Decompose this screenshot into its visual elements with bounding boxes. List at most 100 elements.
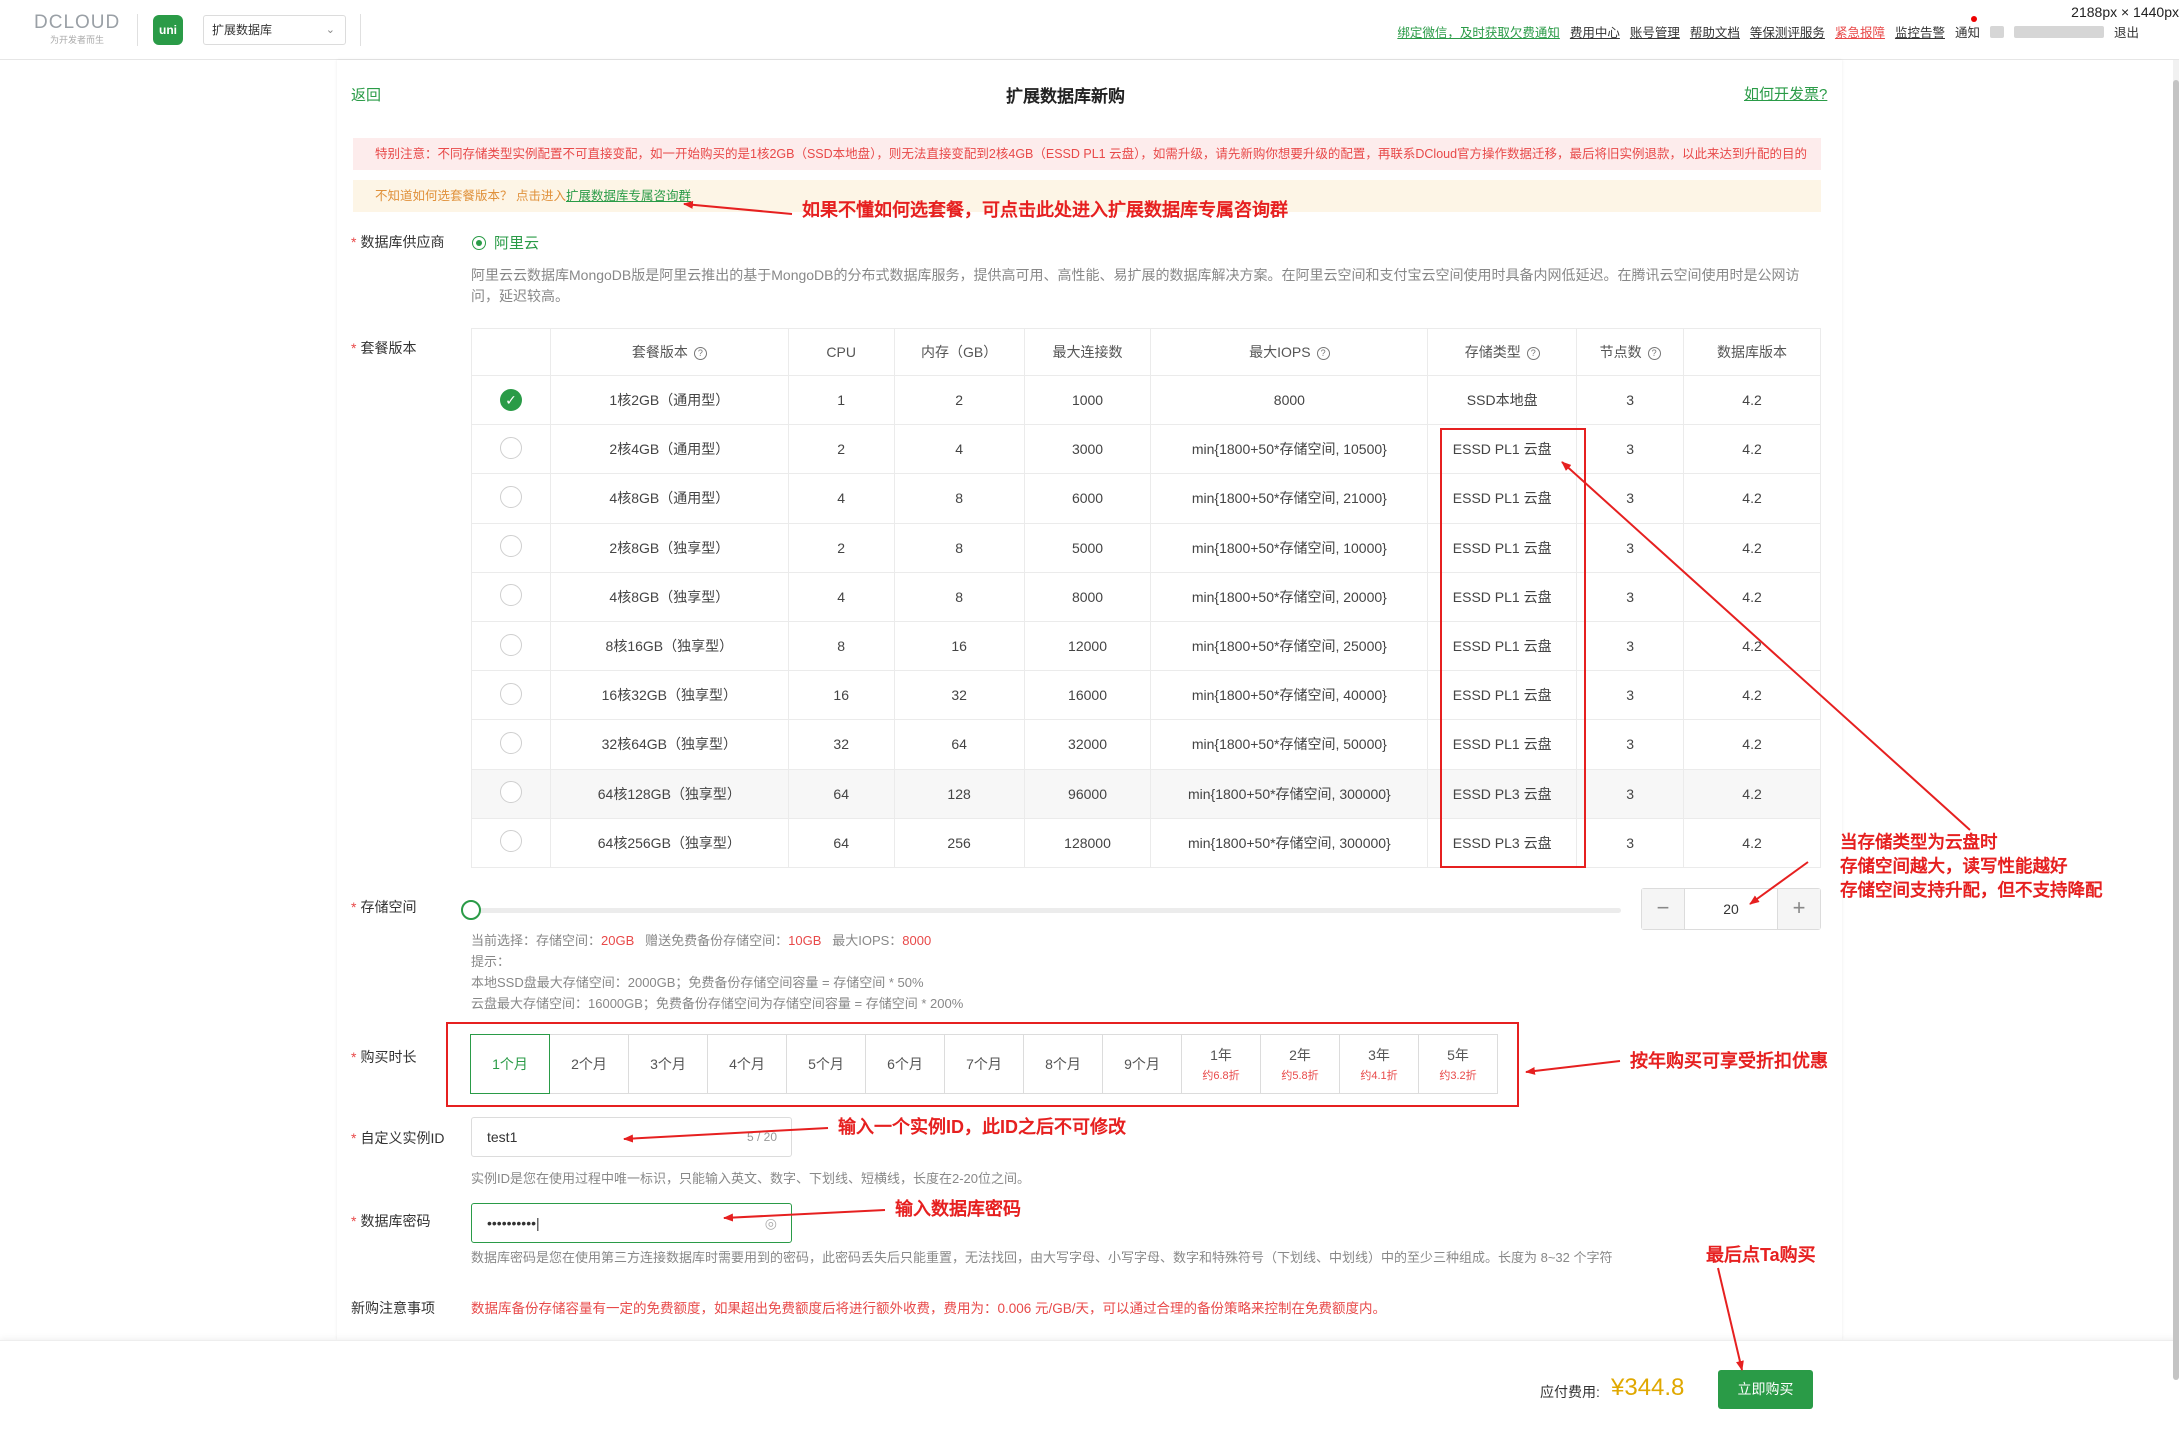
plan-select-cell[interactable] <box>471 768 551 819</box>
storage-slider-handle[interactable] <box>461 900 481 920</box>
duration-option[interactable]: 1个月 <box>470 1034 550 1094</box>
plan-table-header: 套餐版本? CPU 内存（GB） 最大连接数 最大IOPS? 存储类型? 节点数… <box>471 328 1821 376</box>
help-docs-link[interactable]: 帮助文档 <box>1690 22 1740 41</box>
radio-unchecked-icon[interactable] <box>499 682 522 705</box>
check-circle-icon[interactable]: ✓ <box>499 389 522 412</box>
plan-select-cell[interactable] <box>471 522 551 573</box>
plan-row[interactable]: 64核256GB（独享型） 64 256 128000 min{1800+50*存储空间… <box>471 817 1821 868</box>
question-icon[interactable]: ? <box>1647 347 1661 360</box>
plan-db-version: 4.2 <box>1683 670 1821 721</box>
plan-table: 套餐版本? CPU 内存（GB） 最大连接数 最大IOPS? 存储类型? 节点数… <box>471 328 1821 868</box>
plan-select-cell[interactable] <box>471 817 551 868</box>
plan-db-version: 4.2 <box>1683 374 1821 426</box>
storage-stepper[interactable]: − 20 + <box>1641 888 1821 930</box>
question-icon[interactable]: ? <box>693 347 707 360</box>
radio-unchecked-icon[interactable] <box>499 633 522 656</box>
consult-group-link[interactable]: 扩展数据库专属咨询群 <box>566 189 691 203</box>
eye-off-icon[interactable]: ◎ <box>765 1204 777 1242</box>
plan-name: 4核8GB（独享型） <box>549 571 789 622</box>
radio-unchecked-icon[interactable] <box>499 584 522 607</box>
plan-row[interactable]: 2核4GB（通用型） 2 4 3000 min{1800+50*存储空间, 10500}… <box>471 424 1821 475</box>
plan-memory: 8 <box>893 571 1025 622</box>
dimension-readout: 2188px × 1440px <box>2071 4 2179 20</box>
instance-id-hint: 实例ID是您在使用过程中唯一标识，只能输入英文、数字、下划线、短横线，长度在2-… <box>471 1171 1031 1186</box>
plan-iops: min{1800+50*存储空间, 300000} <box>1150 817 1429 868</box>
scrollbar-thumb[interactable] <box>2173 80 2179 1380</box>
plan-nodes: 3 <box>1576 768 1685 819</box>
plan-select-cell[interactable] <box>471 719 551 770</box>
radio-unchecked-icon[interactable] <box>499 781 522 804</box>
question-icon[interactable]: ? <box>1316 347 1330 360</box>
bind-wechat-link[interactable]: 绑定微信，及时获取欠费通知 <box>1397 22 1560 41</box>
provider-radio-aliyun[interactable]: 阿里云 <box>472 232 539 253</box>
plan-name: 64核128GB（独享型） <box>549 768 789 819</box>
storage-tip-title: 提示： <box>471 954 511 969</box>
annotation-consult: 如果不懂如何选套餐，可点击此处进入扩展数据库专属咨询群 <box>802 200 1288 220</box>
plan-memory: 4 <box>893 424 1025 475</box>
question-icon[interactable]: ? <box>1526 347 1540 360</box>
upgrade-warning-notice: 特别注意：不同存储类型实例配置不可直接变配，如一开始购买的是1核2GB（SSD本… <box>353 138 1821 170</box>
logout-link[interactable]: 退出 <box>2114 22 2139 41</box>
buy-now-button[interactable]: 立即购买 <box>1718 1370 1813 1409</box>
plan-row[interactable]: 16核32GB（独享型） 16 32 16000 min{1800+50*存储空间, 4… <box>471 670 1821 721</box>
app-select[interactable]: 扩展数据库 ⌄ <box>203 15 346 45</box>
annotation-storage-line3: 存储空间支持升配，但不支持降配 <box>1840 880 2103 900</box>
avatar[interactable] <box>1989 25 2004 38</box>
plan-select-cell[interactable] <box>471 424 551 475</box>
password-label: * 数据库密码 <box>351 1213 431 1229</box>
plan-row[interactable]: 8核16GB（独享型） 8 16 12000 min{1800+50*存储空间, 250… <box>471 620 1821 672</box>
password-input[interactable]: ••••••••••| ◎ <box>471 1203 792 1243</box>
monitor-alert-link[interactable]: 监控告警 <box>1895 22 1945 41</box>
scrollbar[interactable] <box>2173 60 2179 1380</box>
plan-select-cell[interactable] <box>471 473 551 524</box>
plan-iops: min{1800+50*存储空间, 20000} <box>1150 571 1429 622</box>
plan-name: 4核8GB（通用型） <box>549 473 789 524</box>
radio-unchecked-icon[interactable] <box>499 535 522 558</box>
radio-unchecked-icon[interactable] <box>499 485 522 508</box>
plan-select-cell[interactable] <box>471 571 551 622</box>
plan-name: 2核4GB（通用型） <box>549 424 789 475</box>
radio-unchecked-icon[interactable] <box>499 830 522 853</box>
dcloud-logo[interactable]: DCLOUD 为开发者而生 <box>34 12 124 48</box>
emergency-report-link[interactable]: 紧急报障 <box>1835 22 1885 41</box>
plan-row[interactable]: 32核64GB（独享型） 32 64 32000 min{1800+50*存储空间, 5… <box>471 719 1821 770</box>
radio-unchecked-icon[interactable] <box>499 436 522 459</box>
storage-info: 当前选择：存储空间：20GB 赠送免费备份存储空间：10GB 最大IOPS：80… <box>471 930 963 1014</box>
plan-row[interactable]: 4核8GB（独享型） 4 8 8000 min{1800+50*存储空间, 20000}… <box>471 571 1821 622</box>
cost-center-link[interactable]: 费用中心 <box>1570 22 1620 41</box>
instance-id-value: test1 <box>487 1129 518 1145</box>
uni-app-icon[interactable]: uni <box>153 15 183 45</box>
plan-row[interactable]: 4核8GB（通用型） 4 8 6000 min{1800+50*存储空间, 21000}… <box>471 473 1821 524</box>
plan-connections: 3000 <box>1023 424 1152 475</box>
plan-memory: 8 <box>893 522 1025 573</box>
plan-label: * 套餐版本 <box>351 340 417 356</box>
plan-cpu: 2 <box>787 522 895 573</box>
radio-unchecked-icon[interactable] <box>499 731 522 754</box>
account-link[interactable]: 账号管理 <box>1630 22 1680 41</box>
plan-select-cell[interactable] <box>471 670 551 721</box>
annotation-discount: 按年购买可享受折扣优惠 <box>1630 1051 1828 1071</box>
plan-select-cell[interactable] <box>471 620 551 672</box>
plan-cpu: 4 <box>787 571 895 622</box>
header-db-version: 数据库版本 <box>1683 328 1821 376</box>
storage-slider-track[interactable] <box>470 908 1621 913</box>
notification-link[interactable]: 通知 <box>1955 16 1980 41</box>
back-link[interactable]: 返回 <box>351 84 381 105</box>
plan-row[interactable]: 2核8GB（独享型） 2 8 5000 min{1800+50*存储空间, 10000}… <box>471 522 1821 573</box>
radio-checked-icon <box>472 235 486 250</box>
plan-nodes: 3 <box>1576 620 1685 672</box>
plan-select-cell[interactable]: ✓ <box>471 374 551 426</box>
plan-nodes: 3 <box>1576 522 1685 573</box>
logo-subtitle: 为开发者而生 <box>50 35 105 45</box>
security-eval-link[interactable]: 等保测评服务 <box>1750 22 1825 41</box>
plan-name: 1核2GB（通用型） <box>549 374 789 426</box>
increment-button[interactable]: + <box>1778 889 1820 929</box>
storage-value-input[interactable]: 20 <box>1684 889 1778 929</box>
plan-memory: 8 <box>893 473 1025 524</box>
plan-row[interactable]: ✓ 1核2GB（通用型） 1 2 1000 8000 SSD本地盘 3 4.2 <box>471 374 1821 426</box>
invoice-help-link[interactable]: 如何开发票? <box>1744 83 1827 104</box>
instance-id-input[interactable]: test1 5 / 20 <box>471 1117 792 1157</box>
plan-row[interactable]: 64核128GB（独享型） 64 128 96000 min{1800+50*存储空间,… <box>471 768 1821 819</box>
decrement-button[interactable]: − <box>1642 889 1684 929</box>
plan-connections: 128000 <box>1023 817 1152 868</box>
